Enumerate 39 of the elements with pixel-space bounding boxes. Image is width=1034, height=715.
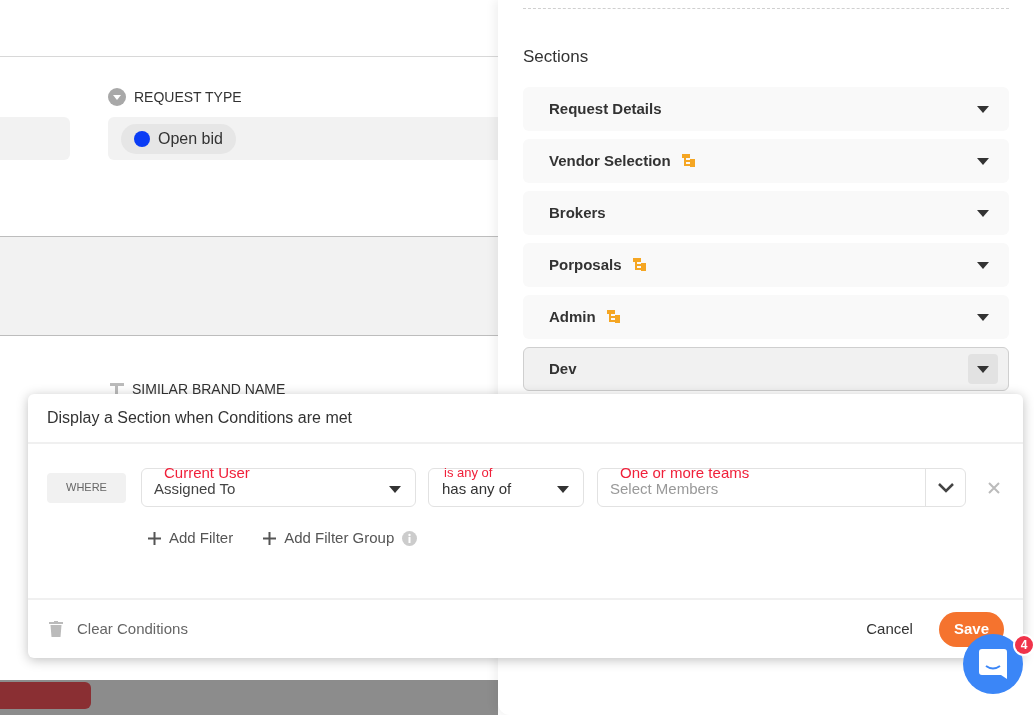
field-label: REQUEST TYPE: [134, 87, 242, 107]
field-label: SIMILAR BRAND NAME: [132, 382, 286, 396]
caret-icon: [557, 485, 569, 493]
caret-icon: [389, 485, 401, 493]
panel-title: Sections: [523, 46, 590, 64]
add-filter-group-button[interactable]: Add Filter Group: [263, 527, 395, 550]
plus-icon: [263, 531, 277, 545]
field-select[interactable]: Current User Assigned To: [141, 468, 416, 507]
caret-icon: [977, 209, 989, 217]
caret-icon: [977, 261, 989, 269]
section-item[interactable]: Vendor Selection: [523, 139, 1009, 183]
tree-icon: [631, 257, 648, 273]
tree-icon: [680, 153, 697, 169]
dropdown-icon: [108, 88, 126, 106]
select-field[interactable]: Open bid: [108, 117, 498, 160]
section-item[interactable]: Porposals: [523, 243, 1009, 287]
caret-icon: [977, 365, 989, 373]
caret-icon: [977, 157, 989, 165]
section-item[interactable]: Request Details: [523, 87, 1009, 131]
expand-button[interactable]: [968, 354, 998, 384]
section-item[interactable]: Brokers: [523, 191, 1009, 235]
add-filter-button[interactable]: Add Filter: [148, 527, 234, 550]
section-item[interactable]: Admin: [523, 295, 1009, 339]
plus-icon: [148, 531, 161, 545]
annotation: is any of: [444, 465, 493, 480]
caret-icon: [977, 105, 989, 113]
trash-icon: [49, 621, 63, 637]
members-select[interactable]: One or more teams Select Members: [597, 468, 966, 507]
option-tag: Open bid: [121, 123, 236, 154]
chat-icon: [979, 649, 1007, 679]
clear-conditions-button[interactable]: Clear Conditions: [49, 617, 188, 641]
operator-select[interactable]: is any of has any of: [428, 468, 584, 507]
where-label: WHERE: [47, 472, 126, 503]
dialog-title: Display a Section when Conditions are met: [47, 408, 353, 428]
cancel-button[interactable]: Cancel: [866, 617, 913, 641]
tree-icon: [605, 309, 622, 325]
section-item[interactable]: Dev: [523, 347, 1009, 391]
chevron-down-icon: [937, 482, 954, 493]
caret-icon: [977, 313, 989, 321]
